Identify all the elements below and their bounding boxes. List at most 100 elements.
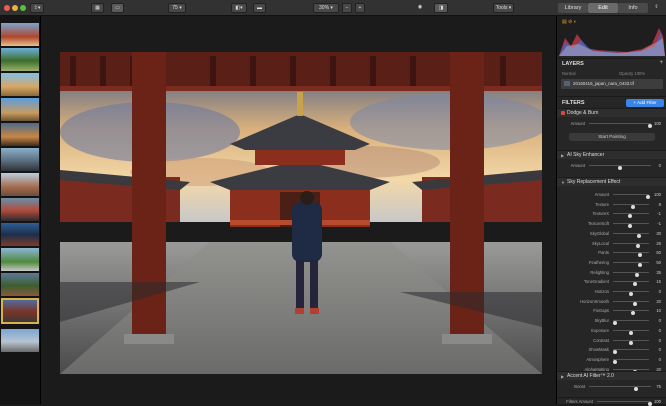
eye-icon[interactable]: ◉	[413, 3, 427, 13]
sky-slider-row[interactable]: SkyLocal 25	[557, 240, 666, 248]
sky-slider-row[interactable]: Contrast 0	[557, 337, 666, 345]
sky-slider-track[interactable]	[613, 261, 649, 267]
accent-boost-track[interactable]	[589, 386, 651, 391]
thumbnail-selected[interactable]	[1, 298, 39, 324]
sky-slider-track[interactable]	[612, 349, 649, 355]
slider-knob[interactable]	[629, 330, 633, 335]
sky-slider-row[interactable]: Amount 100	[557, 191, 666, 199]
slider-knob[interactable]	[636, 243, 641, 248]
export-button[interactable]: ⇪▾	[30, 3, 44, 13]
slider-knob[interactable]	[612, 350, 617, 355]
slider-knob[interactable]	[638, 262, 642, 267]
accent-boost-row[interactable]: Boost 75	[557, 383, 666, 391]
dodge-amount-row[interactable]: Amount 100	[557, 120, 666, 128]
sky-slider-track[interactable]	[613, 213, 649, 219]
slider-knob[interactable]	[628, 224, 633, 229]
sky-slider-track[interactable]	[613, 252, 649, 258]
start-painting-button[interactable]: Start Painting	[569, 133, 655, 141]
tab-library[interactable]: Library	[558, 3, 588, 13]
layout-button[interactable]: ◧▾	[231, 3, 247, 13]
sky-slider-track[interactable]	[613, 194, 651, 199]
histogram-icon[interactable]: ▤ ⊘ ◐	[562, 19, 577, 25]
slider-knob[interactable]	[633, 301, 638, 306]
add-layer-icon[interactable]: +	[659, 60, 663, 66]
zoom-percent-select[interactable]: 30% ▾	[313, 3, 339, 13]
slider-knob[interactable]	[629, 292, 633, 296]
thumbnail-11[interactable]	[1, 273, 39, 296]
accent-ai-section[interactable]: ▶ Accent AI Filter™ 2.0	[557, 371, 666, 380]
sky-slider-row[interactable]: TextureX -1	[557, 210, 666, 219]
sky-slider-track[interactable]	[613, 339, 649, 345]
minimize-window-icon[interactable]	[12, 5, 18, 11]
sky-slider-row[interactable]: SkyGlobal 30	[557, 230, 666, 238]
ai-sky-amount-row[interactable]: Amount 0	[557, 162, 666, 170]
sky-slider-row[interactable]: Atmosphere 0	[557, 356, 666, 364]
slider-knob[interactable]	[632, 282, 637, 287]
add-filter-button[interactable]: + Add Filter	[626, 99, 664, 107]
slider-knob[interactable]	[638, 253, 642, 258]
dodge-burn-section[interactable]: Dodge & Burn	[557, 108, 666, 117]
sky-slider-track[interactable]	[613, 242, 649, 248]
sky-slider-track[interactable]	[613, 368, 649, 374]
tab-info[interactable]: Info	[618, 3, 648, 13]
maximize-window-icon[interactable]	[20, 5, 26, 11]
layer-item[interactable]: 20160416_japan_nara_0433.tif	[561, 79, 663, 89]
zoom-select[interactable]: 75 ▾	[168, 3, 186, 13]
sky-slider-row[interactable]: HorizonSmooth 20	[557, 298, 666, 306]
sky-slider-track[interactable]	[613, 310, 649, 316]
main-photo[interactable]	[60, 52, 542, 374]
sky-slider-row[interactable]: Exposure 0	[557, 327, 666, 335]
thumbnail-3[interactable]	[1, 73, 39, 96]
sky-slider-row[interactable]: Feathering 50	[557, 259, 666, 267]
slider-knob[interactable]	[630, 204, 635, 209]
sky-slider-track[interactable]	[612, 358, 649, 364]
collapse-icon[interactable]: ▶	[561, 372, 564, 381]
tab-edit[interactable]: Edit	[588, 3, 618, 13]
sky-slider-track[interactable]	[613, 300, 649, 306]
slider-knob[interactable]	[635, 272, 640, 277]
sky-slider-track[interactable]	[612, 320, 649, 326]
sky-replacement-section[interactable]: ▼ Sky Replacement Effect	[557, 177, 666, 186]
thumbnail-1[interactable]	[1, 23, 39, 46]
thumbnail-10[interactable]	[1, 248, 39, 271]
sky-slider-track[interactable]	[613, 281, 649, 287]
zoom-in-button[interactable]: +	[355, 3, 365, 13]
slider-knob[interactable]	[628, 214, 633, 219]
compare-button[interactable]: ▬	[253, 3, 266, 13]
single-view-button[interactable]: ▭	[111, 3, 124, 13]
thumbnail-4[interactable]	[1, 98, 39, 121]
blend-mode[interactable]: Normal	[562, 71, 576, 76]
sky-slider-row[interactable]: Relighting 35	[557, 269, 666, 277]
sky-slider-row[interactable]: FixGaps 10	[557, 307, 666, 316]
close-window-icon[interactable]	[4, 5, 10, 11]
split-view-icon[interactable]: ◨	[434, 3, 448, 13]
sky-slider-row[interactable]: SkyBlur 0	[557, 317, 666, 326]
sky-slider-row[interactable]: TextureSoft -1	[557, 220, 666, 229]
thumbnail-13[interactable]	[1, 329, 39, 352]
sky-slider-track[interactable]	[613, 203, 649, 209]
filters-amount-row[interactable]: Filters Amount 100	[557, 397, 666, 406]
slider-knob[interactable]	[612, 321, 617, 326]
filters-amount-track[interactable]	[597, 401, 652, 406]
grid-view-button[interactable]: ▦	[91, 3, 104, 13]
tools-menu[interactable]: Tools ▾	[493, 3, 514, 13]
thumbnail-9[interactable]	[1, 223, 39, 246]
sky-slider-track[interactable]	[613, 271, 649, 277]
collapse-icon[interactable]: ▶	[561, 151, 564, 160]
sky-slider-row[interactable]: Horizon 0	[557, 288, 666, 296]
slider-knob[interactable]	[629, 340, 633, 345]
filter-toggle-icon[interactable]	[561, 111, 565, 115]
slider-knob[interactable]	[618, 166, 622, 170]
thumbnail-6[interactable]	[1, 148, 39, 171]
slider-knob[interactable]	[612, 359, 617, 364]
sky-slider-row[interactable]: ShowMask 0	[557, 346, 666, 355]
zoom-out-button[interactable]: −	[342, 3, 352, 13]
sky-slider-row[interactable]: Texture 8	[557, 201, 666, 209]
thumbnail-5[interactable]	[1, 123, 39, 146]
collapse-icon[interactable]: ▼	[561, 178, 565, 187]
ai-sky-section[interactable]: ▶ AI Sky Enhancer	[557, 150, 666, 159]
sky-slider-track[interactable]	[613, 223, 649, 229]
sky-slider-track[interactable]	[613, 329, 649, 335]
sky-slider-track[interactable]	[613, 232, 649, 238]
sky-slider-track[interactable]	[613, 291, 649, 296]
